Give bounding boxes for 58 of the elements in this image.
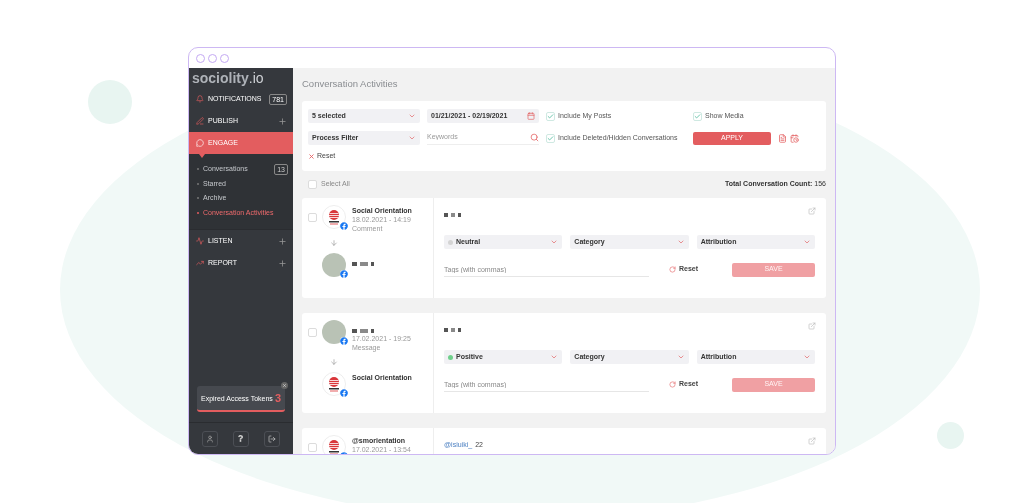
avatar-placeholder — [322, 253, 346, 277]
profile-button[interactable] — [202, 430, 219, 447]
arrow-down-icon — [330, 357, 338, 366]
select-all-checkbox[interactable] — [308, 180, 317, 189]
facebook-icon — [340, 388, 348, 397]
facebook-icon — [340, 270, 348, 278]
plus-icon[interactable] — [278, 258, 287, 268]
facebook-icon — [340, 337, 348, 345]
chevron-icon — [550, 238, 559, 246]
search-icon[interactable] — [530, 133, 539, 142]
chevron-icon — [550, 353, 559, 361]
pixelated-text — [352, 328, 374, 334]
chevron-icon — [803, 353, 811, 361]
close-icon — [308, 152, 315, 160]
help-icon — [237, 435, 245, 442]
arrow-down-icon — [330, 239, 338, 247]
reset-icon — [669, 266, 676, 273]
chevron-icon — [676, 353, 685, 361]
row-checkbox[interactable] — [308, 213, 317, 222]
reset-icon — [669, 381, 676, 388]
logout-button[interactable] — [263, 430, 280, 447]
avatar-placeholder — [322, 320, 346, 344]
calendar-clock-icon[interactable] — [790, 133, 799, 143]
nav-icon — [196, 139, 204, 147]
logout-icon — [267, 434, 276, 443]
pixelated-text — [352, 261, 374, 267]
plus-icon[interactable] — [278, 236, 287, 246]
chevron-icon — [676, 238, 685, 246]
external-link-icon[interactable] — [808, 322, 816, 330]
option-checkbox[interactable] — [693, 111, 702, 121]
pixelated-text — [444, 212, 461, 218]
close-icon[interactable] — [282, 383, 287, 388]
chevron-icon — [408, 134, 416, 142]
external-link-icon[interactable] — [808, 207, 816, 215]
logo-avatar — [322, 205, 346, 229]
pixelated-text — [444, 327, 461, 333]
logo-text: sociolity.io — [192, 70, 264, 86]
pointer-triangle — [199, 154, 205, 158]
help-button[interactable] — [233, 430, 249, 447]
nav-icon — [196, 259, 204, 267]
nav-icon — [196, 237, 204, 245]
option-checkbox[interactable] — [546, 111, 555, 121]
nav-icon — [196, 117, 204, 125]
document-icon[interactable] — [778, 133, 787, 143]
alert-count: 3 — [273, 390, 281, 406]
logo-avatar — [322, 371, 346, 396]
chevron-icon — [803, 238, 811, 246]
calendar-icon — [527, 112, 535, 120]
row-checkbox[interactable] — [308, 443, 317, 452]
plus-icon[interactable] — [278, 116, 287, 126]
user-icon — [206, 434, 215, 443]
page-title: Conversation Activities — [302, 77, 398, 92]
nav-icon — [196, 95, 204, 103]
facebook-icon — [340, 222, 348, 230]
external-link-icon[interactable] — [808, 437, 816, 445]
row-checkbox[interactable] — [308, 328, 317, 337]
chevron-icon — [408, 112, 416, 120]
option-checkbox[interactable] — [546, 133, 555, 143]
